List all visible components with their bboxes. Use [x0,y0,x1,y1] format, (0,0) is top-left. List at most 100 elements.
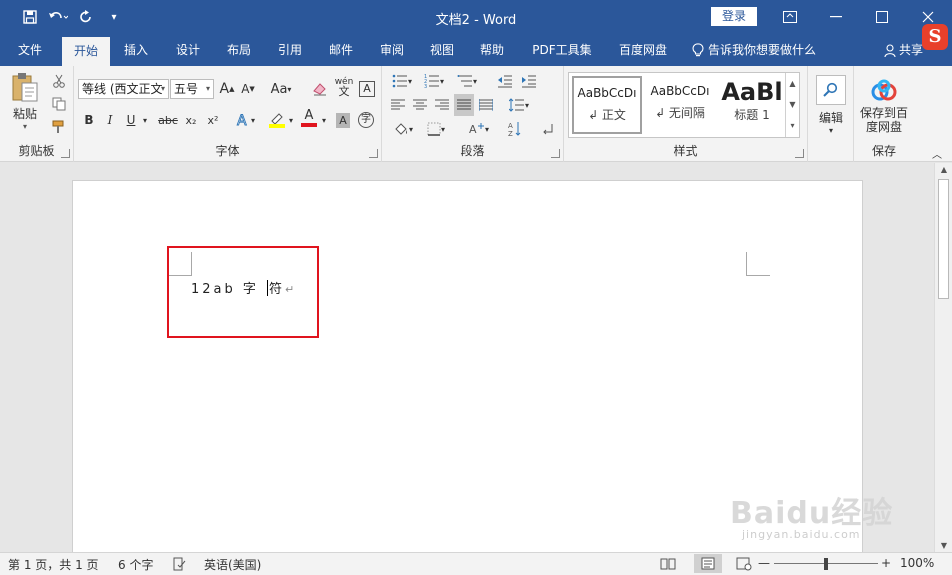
font-size-combo[interactable]: 五号 ▾ [170,79,214,99]
save-to-baidu-button[interactable]: 保存到百度网盘 [856,74,912,138]
phonetic-guide-button[interactable]: wén 文 [333,76,355,98]
tab-file[interactable]: 文件 [8,34,52,66]
editing-button[interactable]: 编辑 ▾ [814,70,848,140]
styles-dialog-launcher[interactable] [795,149,804,158]
align-right-icon[interactable] [432,94,452,116]
web-layout-icon[interactable] [736,557,752,574]
tell-me-box[interactable]: 告诉我你想要做什么 [692,34,816,66]
font-dialog-launcher[interactable] [369,149,378,158]
subscript-button[interactable]: x₂ [182,109,200,131]
superscript-button[interactable]: x² [204,109,222,131]
char-border-button[interactable]: A [358,78,376,100]
print-layout-icon[interactable] [694,554,722,573]
tab-review[interactable]: 审阅 [370,34,414,66]
decrease-indent-icon[interactable] [494,70,516,92]
underline-dropdown-icon[interactable]: ▾ [140,109,150,131]
vertical-scrollbar[interactable]: ▲ ▼ [934,163,952,552]
copy-icon[interactable] [48,93,70,115]
style-heading-1[interactable]: AaBl 标题 1 [717,76,787,134]
highlighter-icon [271,113,283,124]
proofing-icon[interactable] [172,557,186,574]
format-painter-icon[interactable] [48,116,70,138]
show-marks-icon[interactable] [538,118,558,140]
strikethrough-button[interactable]: abc [156,109,180,131]
increase-indent-icon[interactable] [518,70,540,92]
maximize-icon[interactable] [859,0,905,34]
borders-button[interactable]: ▾ [422,118,450,140]
shrink-font-button[interactable]: A ▼ [239,78,257,100]
sogou-ime-icon[interactable]: S [922,24,948,50]
highlight-dropdown-icon[interactable]: ▾ [287,109,295,131]
sort-icon[interactable]: AZ [504,118,526,140]
page-info[interactable]: 第 1 页，共 1 页 [8,556,99,573]
zoom-slider-thumb[interactable] [824,558,828,570]
font-color-button[interactable]: A [298,107,320,129]
asian-layout-button[interactable]: A ▾ [464,118,494,140]
clipboard-dialog-launcher[interactable] [61,149,70,158]
change-case-label: Aa [270,81,288,97]
tab-home[interactable]: 开始 [62,37,110,66]
language-indicator[interactable]: 英语(美国) [204,556,261,573]
ribbon-display-options-icon[interactable] [767,0,813,34]
tab-pdf-tools[interactable]: PDF工具集 [526,34,598,66]
shading-button[interactable]: ▾ [388,118,418,140]
style-normal[interactable]: AaBbCcDı ↲ 正文 [572,76,642,134]
login-button[interactable]: 登录 [711,7,757,26]
tab-design[interactable]: 设计 [166,34,210,66]
font-name-dropdown-icon[interactable]: ▾ [161,80,165,98]
paste-dropdown-icon[interactable]: ▾ [23,122,27,131]
enclose-char-button[interactable]: 字 [357,109,375,131]
clear-formatting-icon[interactable] [310,78,330,100]
underline-button[interactable]: U [122,109,140,131]
tab-insert[interactable]: 插入 [114,34,158,66]
align-center-icon[interactable] [410,94,430,116]
numbering-button[interactable]: 1 2 3 ▾ [420,70,448,92]
tab-help[interactable]: 帮助 [470,34,514,66]
numbering-icon: 123 [424,74,439,88]
scroll-down-icon[interactable]: ▼ [935,541,952,550]
borders-icon [427,122,441,136]
font-name-combo[interactable]: 等线 (西文正文 ▾ [78,79,169,99]
find-icon [816,75,846,105]
align-left-icon[interactable] [388,94,408,116]
tab-layout[interactable]: 布局 [217,34,261,66]
baidu-netdisk-icon [871,79,897,100]
font-color-glyph: A [304,108,314,123]
multilevel-list-button[interactable]: ▾ [452,70,482,92]
zoom-out-button[interactable]: — [758,556,770,570]
tab-view[interactable]: 视图 [420,34,464,66]
italic-button[interactable]: I [101,109,119,131]
line-spacing-button[interactable]: ▾ [504,94,534,116]
bold-button[interactable]: B [80,109,98,131]
scroll-thumb[interactable] [938,179,949,299]
multilevel-list-icon [457,75,472,87]
tab-baidu-netdisk[interactable]: 百度网盘 [608,34,678,66]
tab-references[interactable]: 引用 [268,34,312,66]
font-color-dropdown-icon[interactable]: ▾ [320,109,328,131]
font-size-dropdown-icon[interactable]: ▾ [206,80,210,98]
zoom-level[interactable]: 100% [900,556,934,570]
bullets-button[interactable]: ▾ [388,70,416,92]
distributed-icon[interactable] [476,94,496,116]
style-no-spacing[interactable]: AaBbCcDı ↲ 无间隔 [645,76,715,134]
tab-mailings[interactable]: 邮件 [319,34,363,66]
read-mode-icon[interactable] [660,557,676,574]
cut-icon[interactable] [48,70,70,92]
word-count[interactable]: 6 个字 [118,556,153,573]
paragraph-dialog-launcher[interactable] [551,149,560,158]
collapse-ribbon-icon[interactable]: ︿ [928,146,946,161]
justify-icon[interactable] [454,94,474,116]
change-case-button[interactable]: Aa ▾ [267,78,295,100]
grow-font-button[interactable]: A ▲ [218,78,236,100]
zoom-in-button[interactable]: + [881,556,891,570]
char-shading-button[interactable]: A [334,109,352,131]
group-editing: 编辑 ▾ [808,66,854,162]
scroll-up-icon[interactable]: ▲ [935,165,952,174]
styles-scroll[interactable]: ▲ ▼ ▾ [785,73,799,137]
svg-text:A: A [469,123,477,136]
enclose-char-label: 字 [358,112,374,128]
minimize-icon[interactable] [813,0,859,34]
paste-button[interactable]: 粘贴 ▾ [6,70,44,132]
text-effects-button[interactable]: A ▾ [232,109,258,131]
share-button[interactable]: 共享 [884,34,923,66]
